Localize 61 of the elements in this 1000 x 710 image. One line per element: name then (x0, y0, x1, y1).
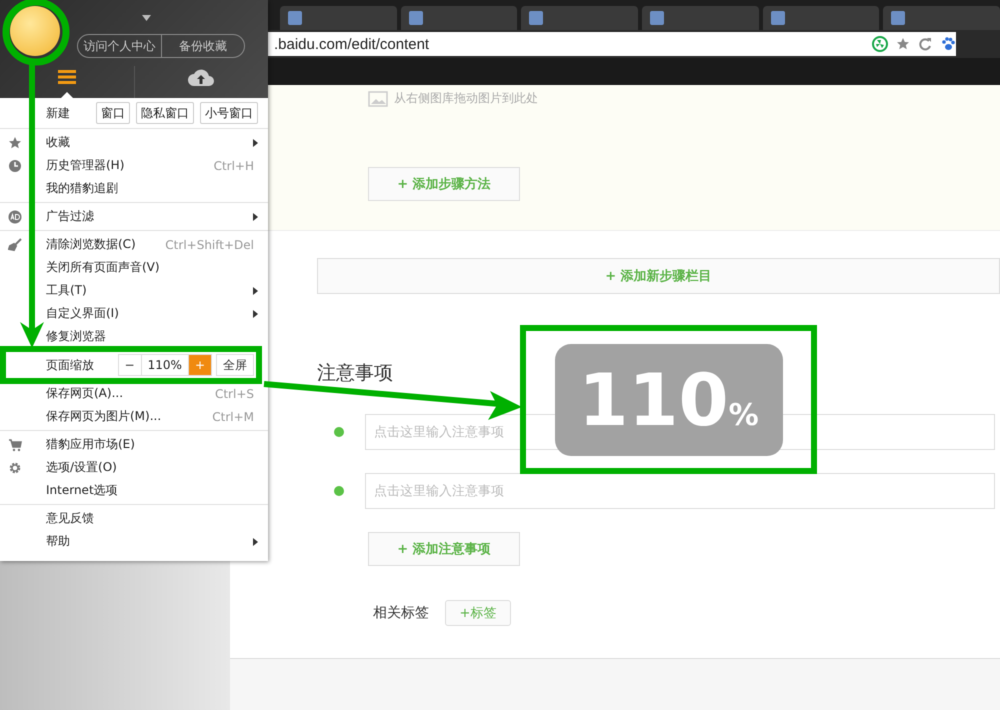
gear-icon (8, 460, 22, 474)
favicon-icon (650, 11, 664, 25)
favicon-icon (891, 11, 906, 25)
refresh-icon[interactable] (918, 37, 932, 51)
menu-item[interactable]: 修复浏览器 (46, 328, 258, 345)
menu-item[interactable]: 清除浏览数据(C) (46, 236, 166, 253)
favicon-icon (288, 11, 302, 25)
bullet-dot (334, 486, 344, 496)
browser-tab[interactable] (521, 6, 638, 30)
new-window-button[interactable]: 窗口 (96, 102, 130, 124)
browser-tab[interactable] (883, 6, 1000, 30)
menu-item[interactable]: 选项/设置(O) (46, 459, 258, 476)
profile-button[interactable]: 访问个人中心 (78, 35, 160, 57)
favicon-icon (529, 11, 544, 25)
menu-item[interactable]: 保存网页为图片(M)... (46, 408, 212, 425)
shortcut-text: Ctrl+H (214, 158, 254, 172)
section-heading: 注意事项 (317, 361, 394, 386)
ad-icon (8, 210, 22, 224)
favicon-icon (770, 11, 785, 25)
clock-icon (8, 158, 22, 172)
cloud-upload-icon (188, 68, 214, 86)
image-icon (368, 90, 388, 106)
menu-item[interactable]: 广告过滤 (46, 208, 253, 225)
shortcut-text: Ctrl+S (214, 386, 254, 400)
paw-icon[interactable] (940, 36, 956, 52)
browser-tab[interactable] (762, 6, 880, 30)
address-bar[interactable]: .baidu.com/edit/content (268, 32, 956, 56)
browser-tab[interactable] (642, 6, 759, 30)
bullet-dot (334, 427, 344, 437)
menu-item[interactable]: 我的猎豹追剧 (46, 180, 258, 197)
shortcut-text: Ctrl+Shift+Del (165, 238, 254, 252)
new-window-button[interactable]: 小号窗口 (200, 102, 258, 124)
note-field[interactable]: 点击这里输入注意事项 (365, 473, 995, 509)
menu-item[interactable]: 工具(T) (46, 282, 253, 299)
drop-hint: 从右侧图库拖动图片到此处 (394, 90, 538, 107)
profile-button[interactable]: 备份收藏 (160, 35, 244, 57)
menu-item[interactable]: 猎豹应用市场(E) (46, 436, 258, 453)
zoom-indicator: 110% (554, 344, 782, 456)
fullscreen-button[interactable]: 全屏 (216, 354, 254, 376)
browser-tab[interactable] (400, 6, 518, 30)
menu-item[interactable]: 保存网页(A)... (46, 385, 215, 402)
menu-item[interactable]: Internet选项 (46, 482, 258, 499)
menu-item[interactable]: 收藏 (46, 134, 253, 151)
star-icon (8, 136, 22, 150)
menu-item[interactable]: 自定义界面(I) (46, 305, 253, 322)
new-window-button[interactable]: 隐私窗口 (136, 102, 194, 124)
menu-icon (58, 70, 76, 84)
browser-tab[interactable] (280, 6, 397, 30)
broom-icon (8, 238, 22, 252)
shortcut-text: Ctrl+M (212, 410, 254, 424)
fan-icon (872, 36, 888, 52)
favicon-icon (408, 11, 423, 25)
star-icon[interactable] (896, 37, 910, 51)
tags-label: 相关标签 (373, 604, 429, 622)
cart-icon (8, 438, 22, 452)
menu-item[interactable]: 帮助 (46, 533, 253, 550)
menu-item[interactable]: 关闭所有页面声音(V) (46, 259, 258, 276)
menu-item[interactable]: 历史管理器(H) (46, 157, 214, 174)
menu-item[interactable]: 意见反馈 (46, 510, 258, 527)
caret-icon[interactable] (142, 15, 151, 21)
zoom-out-button[interactable]: − (118, 354, 142, 376)
